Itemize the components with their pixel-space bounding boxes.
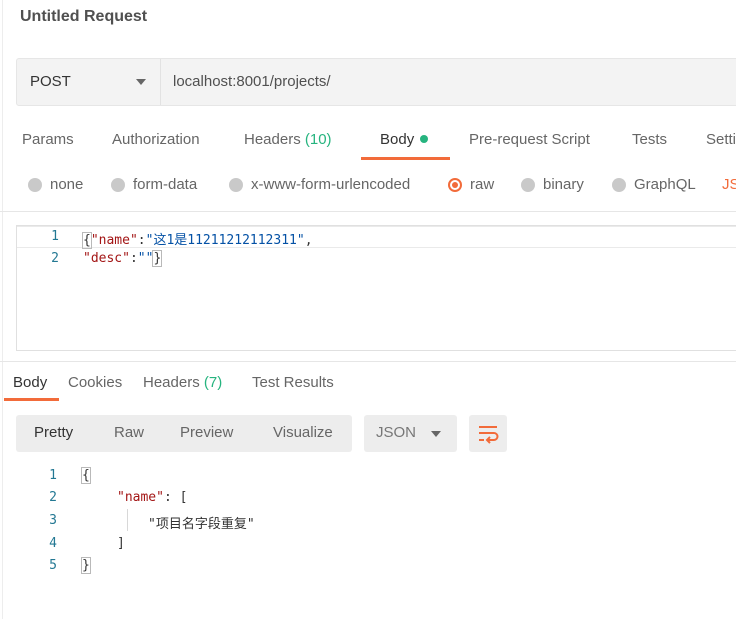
line-number: 2 [49,490,57,505]
radio-selected-icon [448,177,462,192]
request-title[interactable]: Untitled Request [20,8,147,26]
tab-body[interactable]: Body [380,131,429,148]
view-mode-segment: Pretty Raw Preview Visualize [16,415,352,452]
close-brace: } [152,250,163,267]
code-open-brace: { [81,467,91,484]
view-raw-button[interactable]: Raw [114,424,144,441]
code-line-1: {"name":"这1是11211212112311", [82,229,313,249]
radio-icon [612,177,626,192]
response-tabs: Body Cookies Headers (7) Test Results [0,372,736,402]
tab-authorization[interactable]: Authorization [112,131,200,148]
active-tab-indicator [361,157,450,160]
json-colon: : [129,251,138,266]
response-format-label: JSON [376,424,417,441]
line-number: 5 [49,558,57,573]
tab-headers-count: (10) [304,131,332,148]
radio-graphql-label: GraphQL [634,176,696,193]
body-mode-radios: none form-data x-www-form-urlencoded raw… [0,176,736,198]
divider [0,361,736,362]
radio-form-data[interactable]: form-data [111,176,197,193]
response-tab-body[interactable]: Body [13,374,47,391]
view-pretty-button[interactable]: Pretty [34,424,73,441]
radio-none-label: none [50,176,84,193]
chevron-down-icon [431,431,441,437]
json-colon: : [137,233,146,248]
json-string: "这1是11211212112311" [145,233,305,248]
code-line-2: "name": [ [117,490,187,505]
code-close-bracket: ] [117,536,125,551]
request-tabs: Params Authorization Headers (10) Body P… [0,128,736,160]
tab-body-label: Body [380,131,415,148]
json-comma: , [304,233,313,248]
url-input[interactable]: localhost:8001/projects/ [173,73,331,90]
code-close-brace: } [81,557,91,574]
response-tab-headers-label: Headers [143,374,200,391]
method-select[interactable]: POST [17,59,161,105]
method-label: POST [30,73,71,90]
json-string: "项目名字段重复" [148,517,255,532]
body-format-dropdown[interactable]: JS [722,176,736,193]
json-key: "name" [117,490,164,505]
radio-none[interactable]: none [28,176,83,193]
radio-raw[interactable]: raw [448,176,494,193]
radio-icon [229,177,243,192]
line-number: 3 [49,513,57,528]
response-format-select[interactable]: JSON [364,415,457,452]
tab-headers[interactable]: Headers (10) [244,131,332,148]
radio-binary[interactable]: binary [521,176,584,193]
request-body-editor[interactable]: 1 2 {"name":"这1是11211212112311", "desc":… [16,225,736,351]
tab-tests[interactable]: Tests [632,131,667,148]
wrap-lines-icon [479,426,499,444]
tab-headers-label: Headers [244,131,301,148]
chevron-down-icon [136,79,146,85]
json-key: "desc" [83,251,130,266]
line-number: 1 [51,229,59,244]
radio-binary-label: binary [543,176,584,193]
tab-params[interactable]: Params [22,131,74,148]
open-brace: { [82,232,92,249]
response-tab-test-results[interactable]: Test Results [252,374,334,391]
response-tab-cookies[interactable]: Cookies [68,374,122,391]
body-modified-dot-icon [420,135,429,143]
view-visualize-button[interactable]: Visualize [273,424,333,441]
wrap-lines-button[interactable] [469,415,507,452]
radio-raw-label: raw [470,176,495,193]
url-bar: POST localhost:8001/projects/ [16,58,736,106]
view-preview-button[interactable]: Preview [180,424,233,441]
tab-pre-request-script[interactable]: Pre-request Script [469,131,590,148]
radio-icon [28,177,42,192]
response-tab-headers-count: (7) [203,374,223,391]
active-response-tab-indicator [4,398,59,401]
json-key: "name" [90,233,138,248]
line-number: 2 [51,251,59,266]
radio-icon [521,177,535,192]
radio-graphql[interactable]: GraphQL [612,176,696,193]
response-tab-headers[interactable]: Headers (7) [143,374,222,391]
code-line-2: "desc":""} [83,250,163,267]
left-border [2,0,3,619]
radio-form-data-label: form-data [133,176,198,193]
json-string: "" [137,251,154,266]
line-number: 4 [49,536,57,551]
tab-settings[interactable]: Setti [706,131,736,148]
indent-guide [127,509,128,531]
radio-x-www-form-urlencoded[interactable]: x-www-form-urlencoded [229,176,410,193]
json-punct: : [ [163,490,188,505]
line-number: 1 [49,468,57,483]
radio-icon [111,177,125,192]
radio-urlencoded-label: x-www-form-urlencoded [251,176,411,193]
divider [0,211,736,212]
